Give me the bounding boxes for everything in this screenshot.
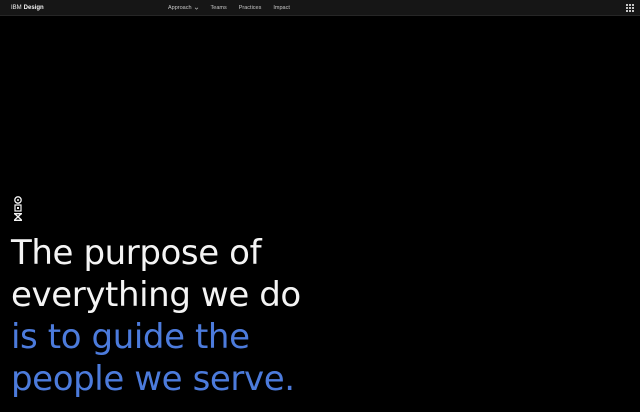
nav-link-label: Teams — [210, 5, 227, 11]
nav-link-practices[interactable]: Practices — [239, 0, 262, 16]
headline-line: everything we do — [11, 275, 301, 315]
headline-line-highlight: people we serve. — [11, 359, 295, 399]
app-switcher-grid-icon[interactable] — [626, 4, 634, 12]
brand-logo[interactable]: IBM Design — [11, 0, 44, 16]
main-nav-links: Approach Teams Practices Impact — [168, 0, 302, 16]
brand-prefix: IBM — [11, 5, 22, 11]
nav-link-impact[interactable]: Impact — [273, 0, 290, 16]
nav-link-teams[interactable]: Teams — [211, 0, 227, 16]
nav-link-label: Approach — [168, 5, 192, 11]
brand-name: Design — [23, 5, 44, 11]
nav-link-label: Practices — [238, 5, 262, 11]
nav-link-label: Impact — [273, 5, 290, 11]
chevron-down-icon — [194, 7, 198, 10]
hero-headline: The purpose of everything we do is to gu… — [11, 232, 631, 400]
headline-line-highlight: is to guide the — [11, 317, 250, 357]
nav-link-approach[interactable]: Approach — [168, 0, 199, 16]
headline-line: The purpose of — [11, 233, 262, 273]
robot-figure-icon — [14, 196, 22, 221]
top-navigation-bar: IBM Design Approach Teams Practices Impac… — [0, 0, 640, 16]
